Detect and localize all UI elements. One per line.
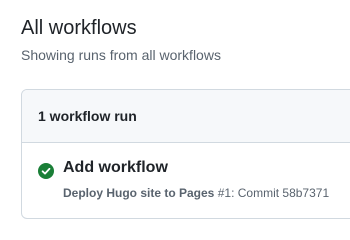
workflow-run-row[interactable]: Add workflow Deploy Hugo site to Pages #…: [22, 143, 350, 218]
run-title-link[interactable]: Add workflow: [63, 158, 168, 178]
runs-list-header: 1 workflow run: [22, 90, 350, 143]
workflow-runs-list: 1 workflow run Add workflow Deploy Hugo …: [21, 89, 350, 219]
page-subtitle: Showing runs from all workflows: [21, 47, 221, 63]
runs-count: 1 workflow run: [38, 108, 137, 124]
run-number: #1: [217, 186, 232, 200]
workflows-page: All workflows Showing runs from all work…: [0, 0, 350, 240]
run-commit-info: : Commit 58b7371: [231, 186, 330, 200]
run-workflow-name: Deploy Hugo site to Pages: [63, 186, 215, 200]
check-circle-fill-icon: [38, 163, 54, 179]
page-header: All workflows Showing runs from all work…: [21, 16, 221, 64]
page-title: All workflows: [21, 17, 137, 39]
run-meta: Deploy Hugo site to Pages #1: Commit 58b…: [63, 185, 329, 201]
